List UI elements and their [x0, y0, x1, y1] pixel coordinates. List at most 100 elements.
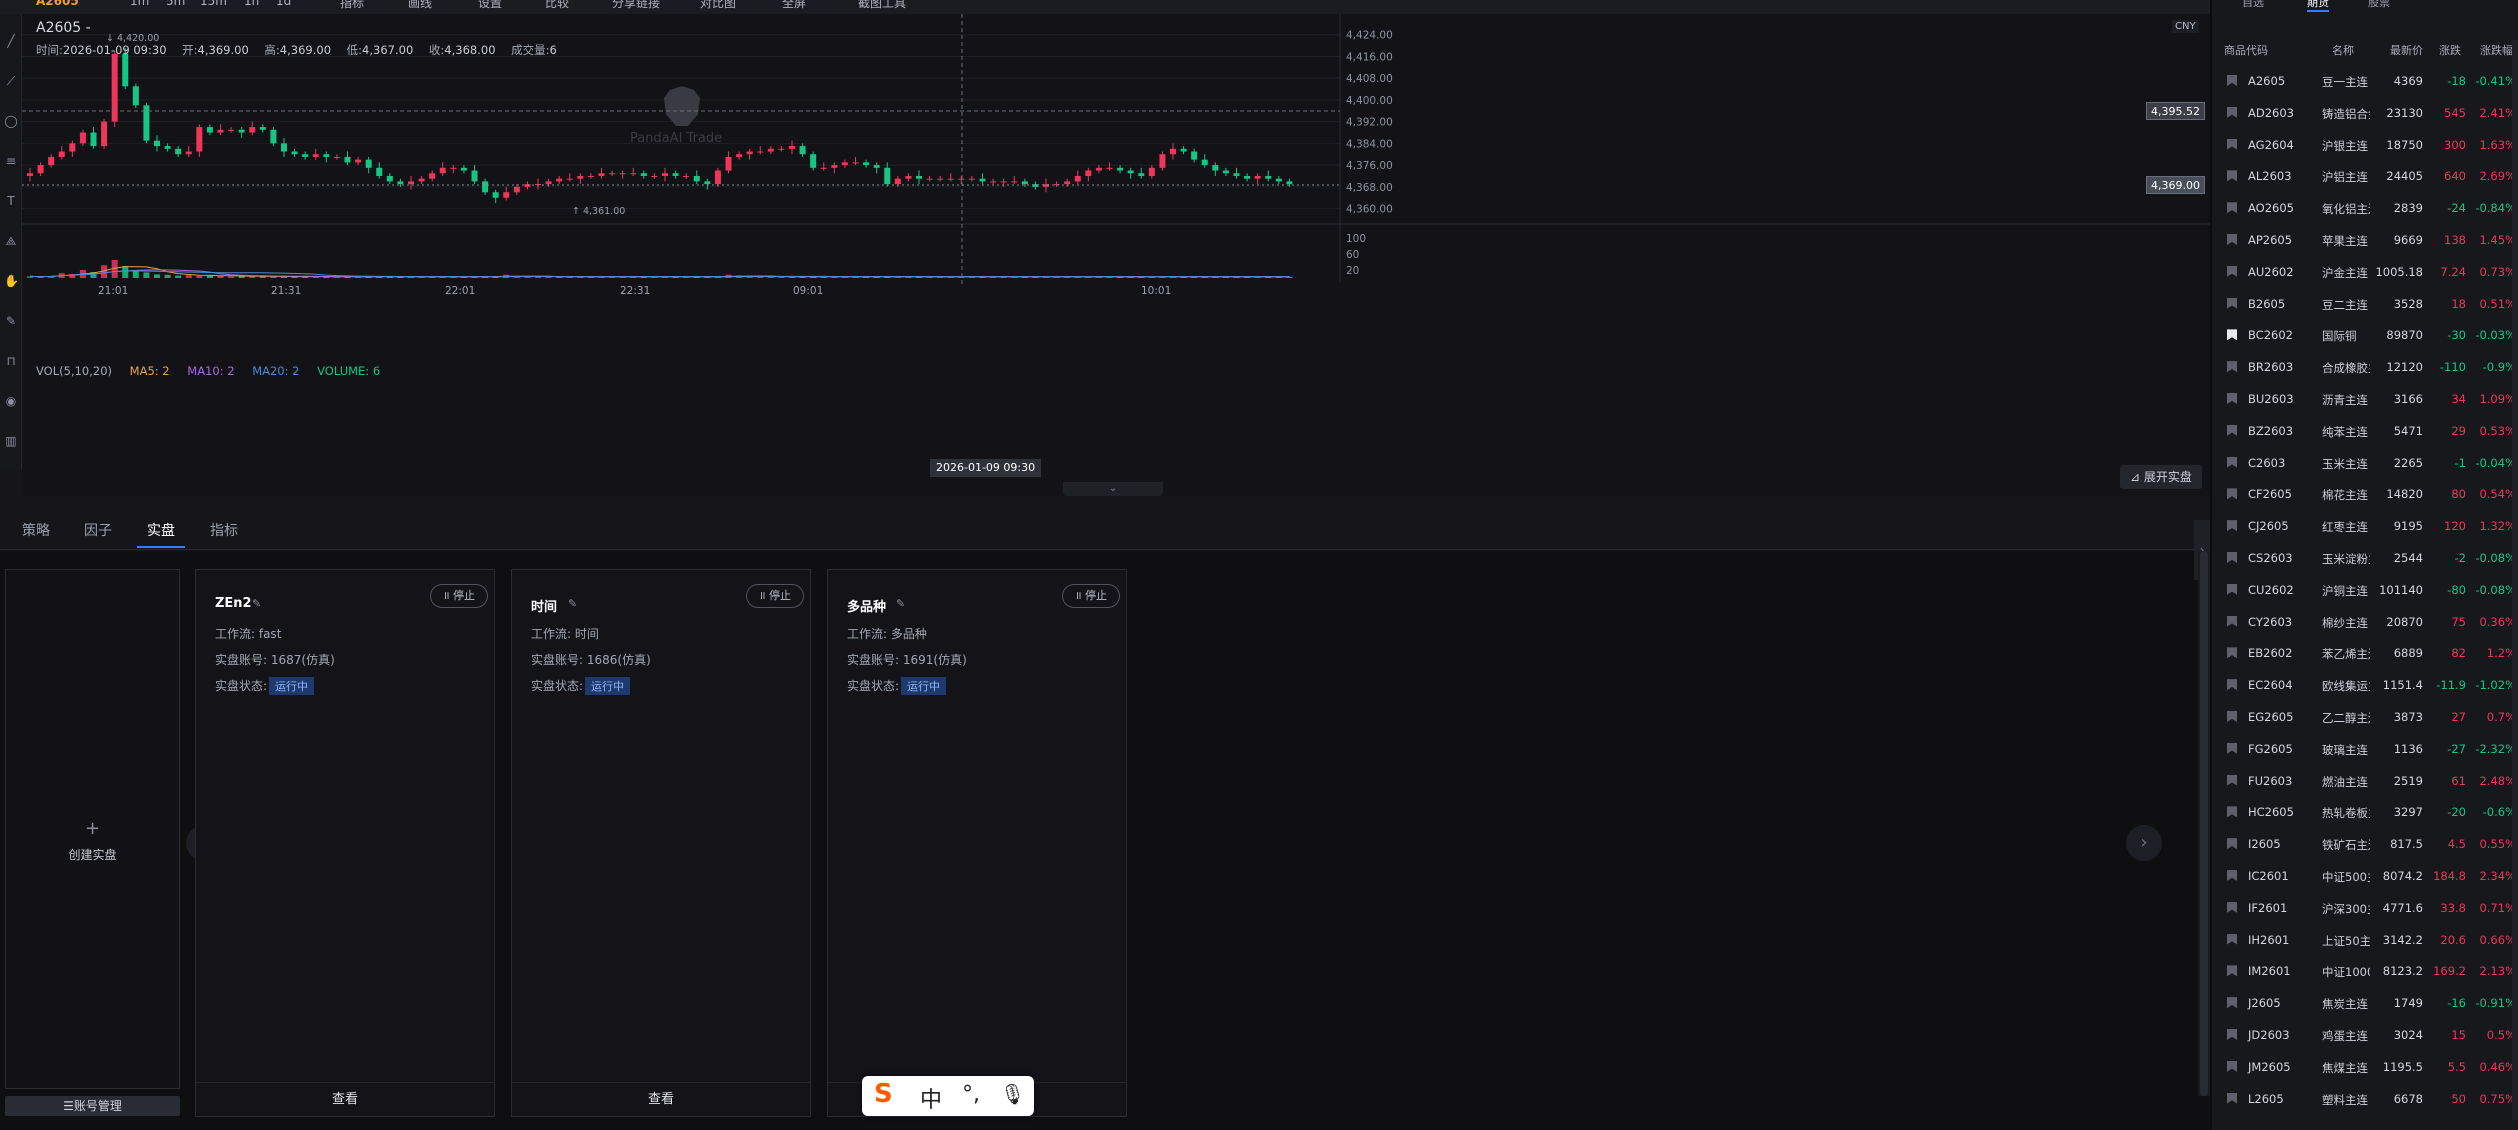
market-row[interactable]: CU2602 沪铜主连 101140 -80 -0.08% — [2212, 575, 2518, 607]
market-row[interactable]: EC2604 欧线集运主连 1151.4 -11.9 -1.02% — [2212, 670, 2518, 702]
market-row[interactable]: IM2601 中证1000主连 8123.2 169.2 2.13% — [2212, 956, 2518, 988]
toolbar-fullscreen[interactable]: 全屏 — [782, 0, 806, 11]
toolbar-1m[interactable]: 1m — [130, 0, 149, 8]
bookmark-icon[interactable] — [2227, 265, 2237, 277]
bookmark-icon[interactable] — [2227, 742, 2237, 754]
market-row[interactable]: AG2604 沪银主连 18750 300 1.63% — [2212, 130, 2518, 162]
ime-lang-toggle[interactable]: 中 — [920, 1082, 942, 1114]
trash-icon[interactable]: ▥ — [4, 434, 18, 448]
bookmark-icon[interactable] — [2227, 647, 2237, 659]
market-row[interactable]: CF2605 棉花主连 14820 80 0.54% — [2212, 479, 2518, 511]
header-pct[interactable]: 涨跌幅 — [2480, 42, 2513, 58]
circle-icon[interactable]: ◯ — [4, 114, 18, 128]
bookmark-icon[interactable] — [2227, 233, 2237, 245]
market-row[interactable]: EG2605 乙二醇主连 3873 27 0.7% — [2212, 702, 2518, 734]
toolbar-settings[interactable]: 设置 — [478, 0, 502, 11]
bookmark-icon[interactable] — [2227, 329, 2237, 341]
toolbar-compare[interactable]: 比较 — [545, 0, 569, 11]
header-name[interactable]: 名称 — [2332, 42, 2354, 58]
market-row[interactable]: BC2602 国际铜 89870 -30 -0.03% — [2212, 320, 2518, 352]
market-tab-favorites[interactable]: 自选 — [2242, 0, 2264, 10]
bookmark-icon[interactable] — [2227, 838, 2237, 850]
market-row[interactable]: IH2601 上证50主连 3142.2 20.6 0.66% — [2212, 925, 2518, 957]
next-arrow-icon[interactable]: › — [2126, 825, 2162, 861]
sogou-logo-icon[interactable]: S — [874, 1079, 893, 1109]
toolbar-draw[interactable]: 画线 — [408, 0, 432, 11]
market-row[interactable]: EB2602 苯乙烯主连 6889 82 1.2% — [2212, 638, 2518, 670]
bookmark-icon[interactable] — [2227, 997, 2237, 1009]
market-row[interactable]: I2605 铁矿石主连 817.5 4.5 0.55% — [2212, 829, 2518, 861]
market-row[interactable]: CY2603 棉纱主连 20870 75 0.36% — [2212, 607, 2518, 639]
header-change[interactable]: 涨跌 — [2439, 42, 2461, 58]
view-button[interactable]: 查看 — [512, 1082, 810, 1116]
bookmark-icon[interactable] — [2227, 392, 2237, 404]
market-row[interactable]: AP2605 苹果主连 9669 138 1.45% — [2212, 225, 2518, 257]
toolbar-indicator[interactable]: 指标 — [340, 0, 364, 11]
market-scrollbar[interactable] — [2512, 40, 2518, 1120]
bookmark-icon[interactable] — [2227, 583, 2237, 595]
trendline-icon[interactable]: ⟋ — [4, 74, 18, 88]
bookmark-icon[interactable] — [2227, 933, 2237, 945]
expand-live-button[interactable]: ⊿ 展开实盘 — [2120, 465, 2202, 489]
edit-icon[interactable]: ✎ — [568, 597, 577, 610]
collapse-chart-handle[interactable]: ⌄ — [1063, 482, 1163, 496]
market-tab-futures[interactable]: 期货 — [2307, 0, 2329, 12]
market-row[interactable]: CS2603 玉米淀粉主连 2544 -2 -0.08% — [2212, 543, 2518, 575]
market-row[interactable]: A2605 豆一主连 4369 -18 -0.41% — [2212, 66, 2518, 98]
bookmark-icon[interactable] — [2227, 1028, 2237, 1040]
market-row[interactable]: B2605 豆二主连 3528 18 0.51% — [2212, 289, 2518, 321]
market-row[interactable]: AD2603 铸造铝合金 23130 545 2.41% — [2212, 98, 2518, 130]
mic-icon[interactable]: 🎙 — [1000, 1082, 1025, 1106]
tab-indicator[interactable]: 指标 — [210, 520, 238, 540]
bookmark-icon[interactable] — [2227, 774, 2237, 786]
edit-icon[interactable]: ✎ — [252, 597, 261, 610]
market-row[interactable]: AL2603 沪铝主连 24405 640 2.69% — [2212, 161, 2518, 193]
bookmark-icon[interactable] — [2227, 679, 2237, 691]
edit-icon[interactable]: ✎ — [896, 597, 905, 610]
market-row[interactable]: AO2605 氧化铝主连 2839 -24 -0.84% — [2212, 193, 2518, 225]
toolbar-5m[interactable]: 5m — [166, 0, 185, 8]
view-button[interactable]: 查看 — [196, 1082, 494, 1116]
market-row[interactable]: L2605 塑料主连 6678 50 0.75% — [2212, 1084, 2518, 1116]
bookmark-icon[interactable] — [2227, 456, 2237, 468]
market-row[interactable]: J2605 焦炭主连 1749 -16 -0.91% — [2212, 988, 2518, 1020]
bookmark-icon[interactable] — [2227, 424, 2237, 436]
bookmark-icon[interactable] — [2227, 965, 2237, 977]
tab-live[interactable]: 实盘 — [147, 520, 175, 540]
create-live-card[interactable]: + 创建实盘 — [5, 569, 180, 1089]
bookmark-icon[interactable] — [2227, 488, 2237, 500]
tab-factor[interactable]: 因子 — [84, 520, 112, 540]
toolbar-symbol[interactable]: A2605 — [36, 0, 79, 8]
market-row[interactable]: IF2601 沪深300主连 4771.6 33.8 0.71% — [2212, 893, 2518, 925]
cursor-icon[interactable]: ╱ — [4, 34, 18, 48]
stop-button[interactable]: ॥ 停止 — [746, 584, 804, 608]
toolbar-compare-chart[interactable]: 对比图 — [700, 0, 736, 11]
market-row[interactable]: AU2602 沪金主连 1005.18 7.24 0.73% — [2212, 257, 2518, 289]
bookmark-icon[interactable] — [2227, 202, 2237, 214]
fib-icon[interactable]: ≡ — [4, 154, 18, 168]
bookmark-icon[interactable] — [2227, 520, 2237, 532]
header-code[interactable]: 商品代码 — [2224, 42, 2268, 58]
market-row[interactable]: BR2603 合成橡胶主连 12120 -110 -0.9% — [2212, 352, 2518, 384]
market-tab-stocks[interactable]: 股票 — [2368, 0, 2390, 10]
ime-punct-toggle[interactable]: °, — [962, 1082, 980, 1107]
market-row[interactable]: IC2601 中证500主连 8074.2 184.8 2.34% — [2212, 861, 2518, 893]
text-icon[interactable]: T — [4, 194, 18, 208]
bookmark-icon[interactable] — [2227, 615, 2237, 627]
bookmark-icon[interactable] — [2227, 551, 2237, 563]
bookmark-icon[interactable] — [2227, 297, 2237, 309]
market-row[interactable]: BU2603 沥青主连 3166 34 1.09% — [2212, 384, 2518, 416]
market-row[interactable]: FU2603 燃油主连 2519 61 2.48% — [2212, 766, 2518, 798]
header-price[interactable]: 最新价 — [2390, 42, 2423, 58]
bookmark-icon[interactable] — [2227, 901, 2237, 913]
market-row[interactable]: FG2605 玻璃主连 1136 -27 -2.32% — [2212, 734, 2518, 766]
pencil-icon[interactable]: ✎ — [4, 314, 18, 328]
market-row[interactable]: CJ2605 红枣主连 9195 120 1.32% — [2212, 511, 2518, 543]
toolbar-1h[interactable]: 1h — [244, 0, 259, 8]
market-row[interactable]: BZ2603 纯苯主连 5471 29 0.53% — [2212, 416, 2518, 448]
hand-icon[interactable]: ✋ — [4, 274, 19, 288]
eye-icon[interactable]: ◉ — [4, 394, 18, 408]
bookmark-icon[interactable] — [2227, 1060, 2237, 1072]
toolbar-1d[interactable]: 1d — [276, 0, 291, 8]
pattern-icon[interactable]: ⟁ — [4, 234, 18, 248]
